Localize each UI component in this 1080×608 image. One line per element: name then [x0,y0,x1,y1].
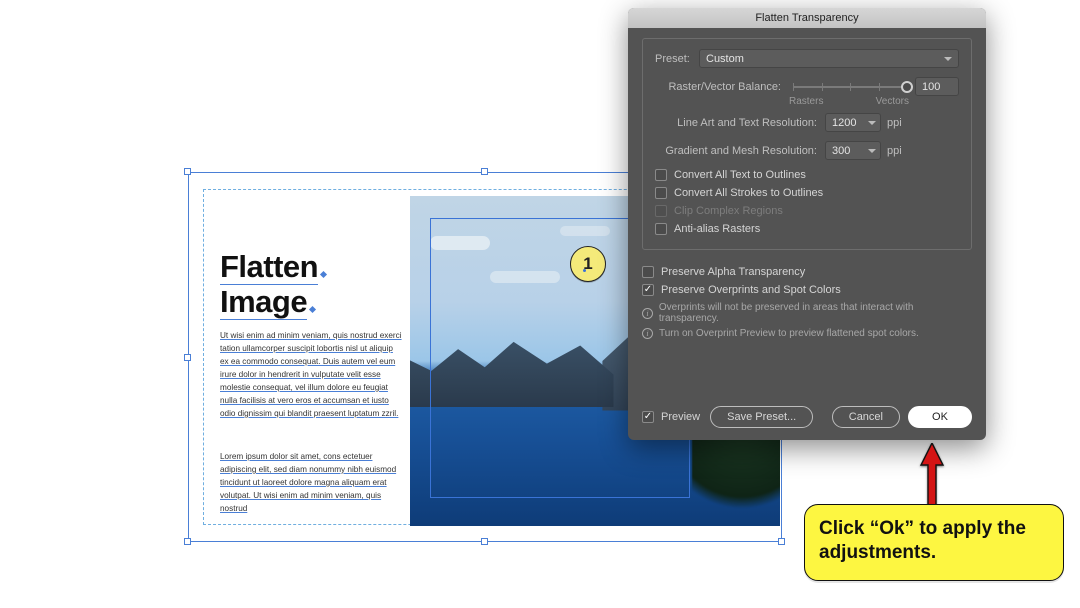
settings-group: Preset: Custom Raster/Vector Balance: [642,38,972,250]
preset-label: Preset: [655,53,699,65]
info-icon: i [642,328,653,339]
convert-text-label: Convert All Text to Outlines [674,169,806,181]
preview-label: Preview [661,411,700,423]
antialias-label: Anti-alias Rasters [674,223,760,235]
selection-handle[interactable] [184,168,191,175]
diamond-icon [309,306,316,313]
save-preset-button[interactable]: Save Preset... [710,406,813,428]
flatten-transparency-dialog: Flatten Transparency Preset: Custom Rast… [628,8,986,440]
selection-handle[interactable] [184,354,191,361]
step-badge: 1 [570,246,606,282]
gradient-resolution-input[interactable]: 300 [825,141,881,160]
antialias-checkbox[interactable] [655,223,667,235]
preserve-overprints-label: Preserve Overprints and Spot Colors [661,284,841,296]
gradient-resolution-label: Gradient and Mesh Resolution: [655,145,825,157]
preserve-alpha-label: Preserve Alpha Transparency [661,266,805,278]
info-text-1: Overprints will not be preserved in area… [659,302,972,324]
convert-strokes-checkbox[interactable] [655,187,667,199]
preview-checkbox[interactable] [642,411,654,423]
selection-handle[interactable] [481,168,488,175]
balance-max-label: Vectors [876,96,909,107]
convert-strokes-label: Convert All Strokes to Outlines [674,187,823,199]
lineart-resolution-input[interactable]: 1200 [825,113,881,132]
balance-label: Raster/Vector Balance: [655,81,785,93]
info-icon: i [642,308,653,319]
annotation-arrow [918,443,946,507]
dialog-title: Flatten Transparency [628,8,986,28]
raster-vector-slider[interactable] [793,78,907,96]
preserve-alpha-checkbox[interactable] [642,266,654,278]
clip-regions-checkbox [655,205,667,217]
gradient-unit: ppi [887,145,902,157]
selection-handle[interactable] [184,538,191,545]
convert-text-checkbox[interactable] [655,169,667,181]
clip-regions-label: Clip Complex Regions [674,205,783,217]
body-paragraph-1[interactable]: Ut wisi enim ad minim veniam, quis nostr… [220,329,402,420]
annotation-callout: Click “Ok” to apply the adjustments. [804,504,1064,581]
balance-min-label: Rasters [789,96,823,107]
diamond-icon [320,271,327,278]
selection-handle[interactable] [481,538,488,545]
ok-button[interactable]: OK [908,406,972,428]
lineart-resolution-label: Line Art and Text Resolution: [655,117,825,129]
callout-text: Click “Ok” to apply the adjustments. [819,518,1026,563]
slider-thumb[interactable] [901,81,913,93]
preset-value: Custom [706,53,744,65]
heading-line1: Flatten [220,250,318,285]
heading-line2: Image [220,285,307,320]
cancel-button[interactable]: Cancel [832,406,900,428]
balance-value-input[interactable]: 100 [915,77,959,96]
document-heading[interactable]: Flatten Image [220,250,329,320]
preset-dropdown[interactable]: Custom [699,49,959,68]
lineart-unit: ppi [887,117,902,129]
body-paragraph-2[interactable]: Lorem ipsum dolor sit amet, cons ectetue… [220,450,402,515]
selection-handle[interactable] [778,538,785,545]
badge-dot [583,269,586,272]
preserve-overprints-checkbox[interactable] [642,284,654,296]
info-text-2: Turn on Overprint Preview to preview fla… [659,328,919,339]
